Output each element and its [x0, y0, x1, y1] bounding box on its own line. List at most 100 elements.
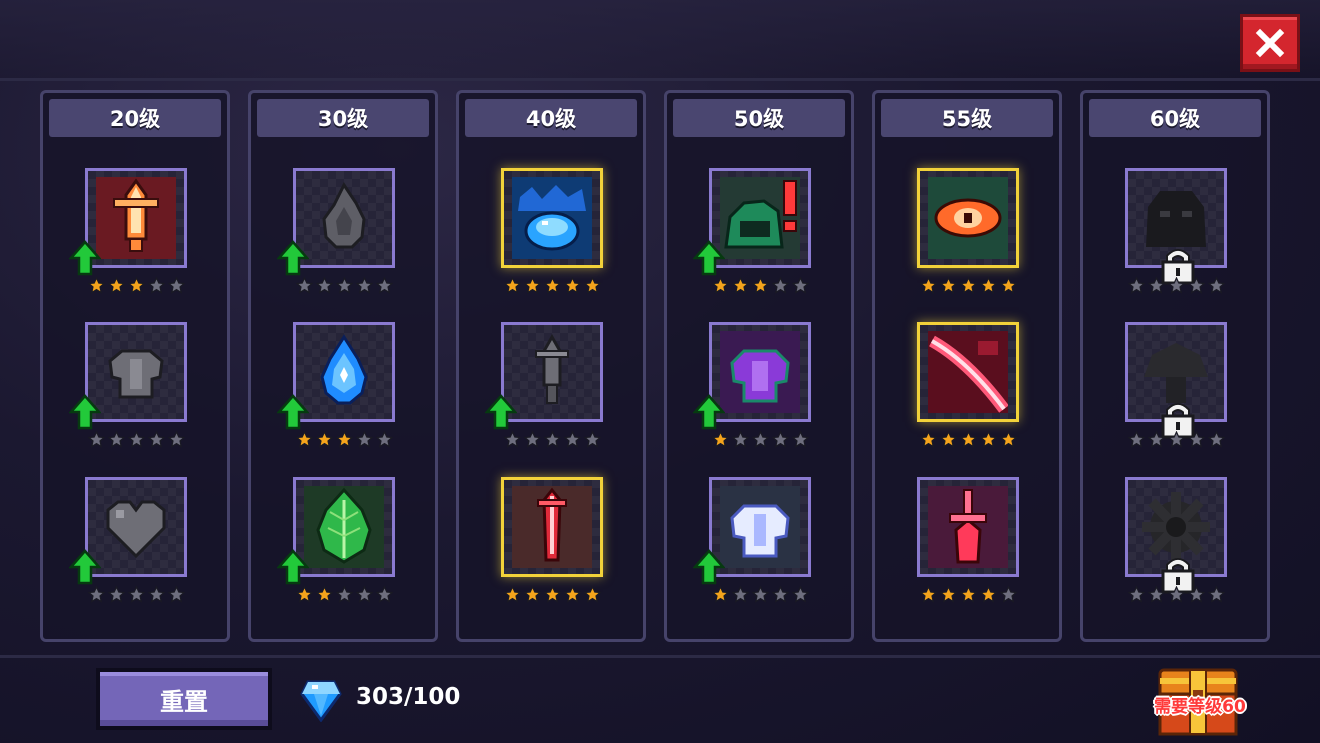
level-header: 40级 — [465, 99, 637, 137]
star-empty-icon — [127, 586, 145, 603]
upgrade-arrow-icon — [693, 549, 725, 585]
blue-slime-icon — [512, 177, 592, 259]
star-empty-icon — [147, 277, 165, 294]
red-sword-icon — [512, 486, 592, 568]
star-filled-icon — [959, 586, 977, 603]
star-empty-icon — [731, 431, 749, 448]
star-empty-icon — [375, 431, 393, 448]
star-empty-icon — [999, 586, 1017, 603]
close-button[interactable] — [1240, 14, 1300, 72]
blue-droplet-icon — [320, 334, 368, 405]
blue-diamond-icon — [300, 680, 342, 722]
star-empty-icon — [107, 431, 125, 448]
close-x-icon — [1255, 28, 1285, 58]
star-filled-icon — [919, 431, 937, 448]
star-rating — [293, 431, 395, 449]
star-filled-icon — [919, 277, 937, 294]
star-empty-icon — [1187, 431, 1205, 448]
star-filled-icon — [315, 586, 333, 603]
star-filled-icon — [583, 277, 601, 294]
pink-dagger-icon — [928, 486, 1008, 568]
star-filled-icon — [731, 277, 749, 294]
star-empty-icon — [355, 431, 373, 448]
star-filled-icon — [711, 431, 729, 448]
talent-slot[interactable] — [917, 322, 1019, 422]
star-filled-icon — [979, 277, 997, 294]
star-filled-icon — [751, 277, 769, 294]
star-empty-icon — [315, 277, 333, 294]
upgrade-arrow-icon — [485, 394, 517, 430]
star-empty-icon — [295, 277, 313, 294]
star-rating — [917, 586, 1019, 604]
star-rating — [709, 586, 811, 604]
star-filled-icon — [295, 431, 313, 448]
level-header: 60级 — [1089, 99, 1261, 137]
star-empty-icon — [1207, 277, 1225, 294]
star-empty-icon — [375, 277, 393, 294]
talent-slot[interactable] — [917, 168, 1019, 268]
star-rating — [1125, 277, 1227, 295]
talent-slot[interactable] — [501, 477, 603, 577]
upgrade-arrow-icon — [693, 240, 725, 276]
star-empty-icon — [1167, 586, 1185, 603]
star-empty-icon — [335, 277, 353, 294]
star-empty-icon — [87, 586, 105, 603]
star-filled-icon — [523, 277, 541, 294]
star-rating — [501, 586, 603, 604]
star-empty-icon — [167, 431, 185, 448]
star-empty-icon — [791, 586, 809, 603]
talent-slot[interactable] — [917, 477, 1019, 577]
star-filled-icon — [543, 586, 561, 603]
star-filled-icon — [503, 586, 521, 603]
star-empty-icon — [771, 586, 789, 603]
star-empty-icon — [335, 586, 353, 603]
upgrade-arrow-icon — [69, 549, 101, 585]
star-rating — [709, 431, 811, 449]
star-filled-icon — [939, 431, 957, 448]
star-filled-icon — [583, 586, 601, 603]
star-filled-icon — [107, 277, 125, 294]
star-rating — [85, 277, 187, 295]
talent-slot[interactable] — [501, 168, 603, 268]
reset-button[interactable]: 重置 — [96, 668, 272, 730]
star-empty-icon — [355, 277, 373, 294]
star-empty-icon — [771, 277, 789, 294]
star-empty-icon — [503, 431, 521, 448]
star-filled-icon — [999, 431, 1017, 448]
upgrade-arrow-icon — [277, 394, 309, 430]
star-empty-icon — [167, 277, 185, 294]
star-filled-icon — [295, 586, 313, 603]
star-empty-icon — [107, 586, 125, 603]
top-band — [0, 0, 1320, 78]
star-filled-icon — [999, 277, 1017, 294]
level-header: 50级 — [673, 99, 845, 137]
star-filled-icon — [979, 431, 997, 448]
grey-dagger-icon — [535, 333, 569, 404]
upgrade-arrow-icon — [277, 549, 309, 585]
star-rating — [709, 277, 811, 295]
star-empty-icon — [771, 431, 789, 448]
star-empty-icon — [1127, 431, 1145, 448]
talent-slot[interactable] — [1125, 322, 1227, 439]
star-filled-icon — [315, 431, 333, 448]
star-filled-icon — [939, 277, 957, 294]
level-header: 55级 — [881, 99, 1053, 137]
star-empty-icon — [167, 586, 185, 603]
talent-slot[interactable] — [1125, 477, 1227, 594]
star-empty-icon — [543, 431, 561, 448]
talent-slot[interactable] — [1125, 168, 1227, 285]
green-hooded-alert-icon — [720, 177, 800, 259]
star-rating — [85, 431, 187, 449]
star-empty-icon — [87, 431, 105, 448]
upgrade-arrow-icon — [277, 240, 309, 276]
green-leaf-icon — [304, 486, 384, 568]
star-empty-icon — [127, 431, 145, 448]
star-empty-icon — [1187, 586, 1205, 603]
star-filled-icon — [711, 586, 729, 603]
star-empty-icon — [1167, 431, 1185, 448]
star-rating — [501, 431, 603, 449]
star-empty-icon — [731, 586, 749, 603]
star-empty-icon — [1207, 586, 1225, 603]
white-armor-icon — [720, 486, 800, 568]
level-header: 20级 — [49, 99, 221, 137]
